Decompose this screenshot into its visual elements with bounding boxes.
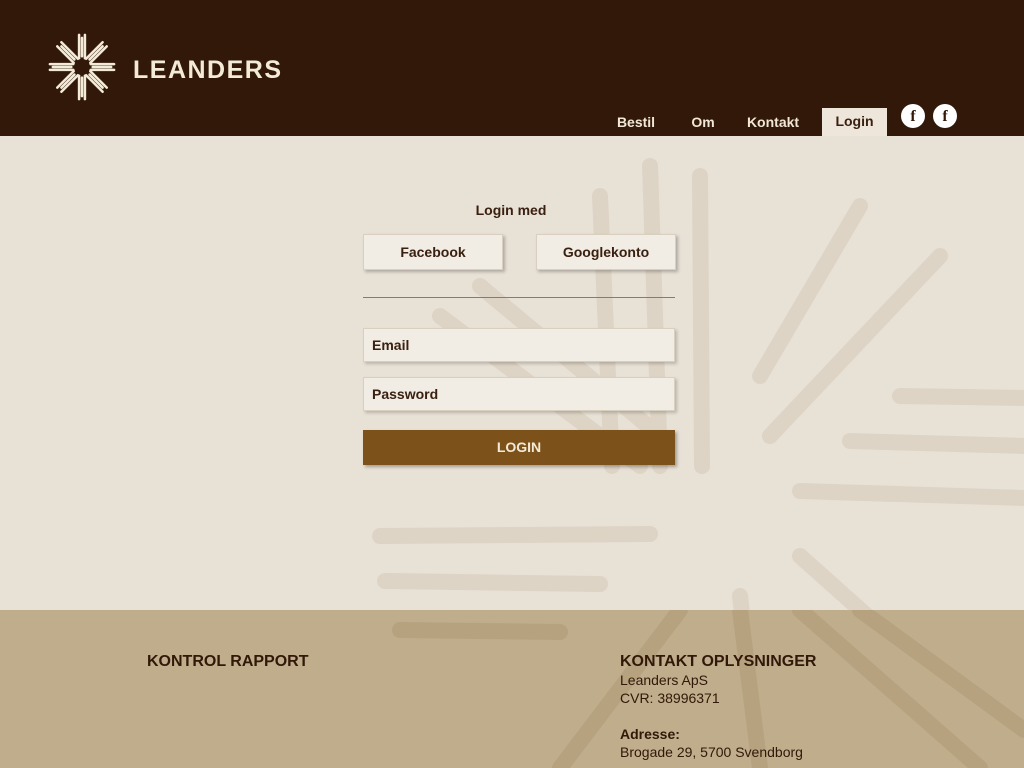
login-submit-button[interactable]: LOGIN [363, 430, 675, 465]
footer-company: Leanders ApS [620, 672, 708, 688]
logo-icon[interactable] [46, 32, 118, 102]
facebook-icon[interactable]: f [933, 104, 957, 128]
email-input[interactable] [363, 328, 675, 362]
footer-heading-kontakt: KONTAKT OPLYSNINGER [620, 653, 817, 670]
footer-address: Brogade 29, 5700 Svendborg [620, 744, 803, 760]
facebook-icon[interactable]: f [901, 104, 925, 128]
footer-cvr: CVR: 38996371 [620, 690, 720, 706]
brand-name[interactable]: LEANDERS [133, 56, 283, 85]
nav-item-bestil[interactable]: Bestil [611, 108, 661, 136]
site-header: LEANDERS Bestil Om Kontakt Login f f [0, 0, 1024, 136]
nav-item-login[interactable]: Login [822, 108, 887, 136]
footer-brush-art [392, 610, 1024, 768]
main-nav: Bestil Om Kontakt Login [0, 108, 1024, 136]
site-footer: KONTROL RAPPORT KONTAKT OPLYSNINGER Lean… [0, 610, 1024, 768]
nav-item-kontakt[interactable]: Kontakt [743, 108, 803, 136]
footer-heading-kontrol: KONTROL RAPPORT [147, 653, 309, 670]
divider [363, 297, 675, 298]
footer-address-label: Adresse: [620, 726, 680, 742]
login-heading: Login med [475, 202, 547, 218]
nav-item-om[interactable]: Om [684, 108, 722, 136]
password-input[interactable] [363, 377, 675, 411]
google-login-button[interactable]: Googlekonto [536, 234, 676, 270]
facebook-login-button[interactable]: Facebook [363, 234, 503, 270]
